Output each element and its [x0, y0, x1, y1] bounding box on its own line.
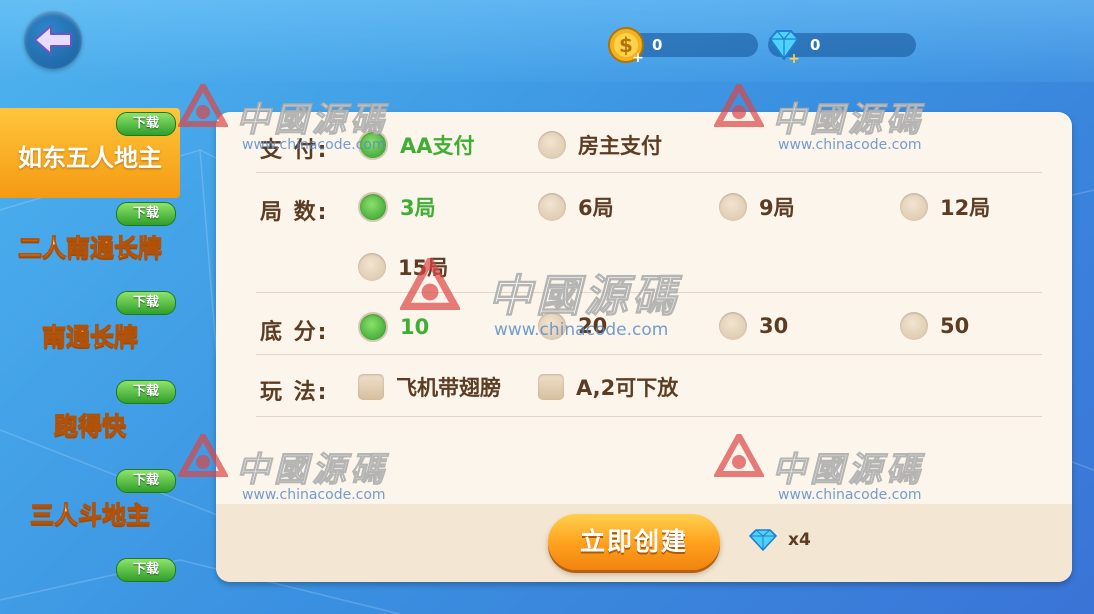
option-label: 房主支付 [578, 134, 662, 158]
sidebar-item-three-doudizhu[interactable]: 下载 三人斗地主 [0, 465, 180, 554]
sidebar-item-rudong-five[interactable]: 下载 如东五人地主 [0, 108, 180, 198]
top-bar [0, 0, 1094, 82]
radio-selected-icon [358, 312, 388, 342]
radio-icon [719, 312, 747, 340]
download-badge[interactable]: 下载 [116, 469, 176, 493]
sidebar-item-label: 跑得快 [54, 412, 127, 441]
checkbox-icon [358, 374, 384, 400]
cost-count: x4 [788, 530, 811, 550]
divider [256, 354, 1042, 355]
gem-count: 0 [810, 36, 821, 54]
svg-text:+: + [632, 50, 644, 65]
option-host-pay[interactable]: 房主支付 [538, 130, 662, 160]
option-label: 飞机带翅膀 [396, 376, 501, 400]
sidebar-item-nantong[interactable]: 下载 南通长牌 [0, 287, 180, 376]
back-button[interactable] [24, 11, 82, 69]
rounds-label: 局 数: [260, 200, 329, 225]
option-label: 10 [400, 315, 430, 339]
radio-icon [900, 193, 928, 221]
option-rounds-9[interactable]: 9局 [719, 192, 795, 222]
room-cost: x4 [748, 528, 811, 552]
option-airplane-wings[interactable]: 飞机带翅膀 [358, 372, 501, 402]
option-label: 30 [759, 314, 789, 338]
option-label: 3局 [400, 196, 436, 220]
diamond-icon: + [769, 30, 800, 65]
radio-selected-icon [358, 192, 388, 222]
radio-icon [538, 193, 566, 221]
sidebar-item-label: 南通长牌 [42, 323, 139, 352]
option-label: A,2可下放 [576, 376, 679, 400]
option-rounds-3[interactable]: 3局 [358, 192, 436, 222]
option-base-50[interactable]: 50 [900, 312, 969, 340]
option-rounds-12[interactable]: 12局 [900, 192, 990, 222]
option-base-10[interactable]: 10 [358, 312, 429, 342]
radio-icon [538, 312, 566, 340]
divider [256, 292, 1042, 293]
payment-label: 支 付: [260, 138, 329, 163]
option-rounds-6[interactable]: 6局 [538, 192, 614, 222]
option-label: 20 [578, 314, 608, 338]
download-badge[interactable]: 下载 [116, 380, 176, 404]
option-a2-down[interactable]: A,2可下放 [538, 372, 678, 402]
download-badge[interactable]: 下载 [116, 558, 176, 582]
sidebar-item-label: 二人南通长牌 [18, 234, 163, 263]
rules-label: 玩 法: [260, 380, 329, 405]
option-rounds-15[interactable]: 15局 [358, 252, 448, 282]
option-aa-pay[interactable]: AA支付 [358, 130, 475, 160]
option-label: AA支付 [400, 134, 475, 158]
create-room-button[interactable]: 立即创建 [548, 514, 720, 570]
option-label: 50 [940, 314, 970, 338]
divider [256, 172, 1042, 173]
sidebar-item-label: 如东五人地主 [18, 144, 162, 172]
download-badge[interactable]: 下载 [116, 202, 176, 226]
option-label: 15局 [398, 256, 449, 280]
coin-balance[interactable]: $ + 0 [608, 27, 758, 65]
sidebar-item-paodekuai[interactable]: 下载 跑得快 [0, 376, 180, 465]
svg-text:$: $ [619, 33, 633, 57]
option-base-30[interactable]: 30 [719, 312, 788, 340]
sidebar-item-more[interactable]: 下载 [0, 554, 180, 614]
checkbox-icon [538, 374, 564, 400]
svg-text:+: + [788, 51, 800, 65]
diamond-icon [749, 529, 777, 551]
radio-icon [358, 253, 386, 281]
radio-icon [900, 312, 928, 340]
option-label: 12局 [940, 196, 991, 220]
game-sidebar: 下载 如东五人地主 下载 二人南通长牌 下载 南通长牌 下载 跑得快 下载 三人… [0, 108, 182, 614]
panel-footer: 立即创建 x4 [216, 504, 1072, 582]
coin-count: 0 [652, 36, 663, 54]
option-label: 6局 [578, 196, 614, 220]
base-score-label: 底 分: [260, 320, 329, 345]
sidebar-item-two-nantong[interactable]: 下载 二人南通长牌 [0, 198, 180, 287]
option-label: 9局 [759, 196, 795, 220]
create-room-panel: 支 付: AA支付 房主支付 局 数: 3局 6局 9局 12局 15局 底 分… [216, 112, 1072, 582]
radio-selected-icon [358, 130, 388, 160]
gem-balance[interactable]: + 0 [768, 30, 916, 65]
download-badge[interactable]: 下载 [116, 291, 176, 315]
download-badge[interactable]: 下载 [116, 112, 176, 136]
divider [256, 416, 1042, 417]
radio-icon [538, 131, 566, 159]
radio-icon [719, 193, 747, 221]
sidebar-item-label: 三人斗地主 [30, 501, 151, 530]
back-arrow-icon [34, 25, 72, 55]
option-base-20[interactable]: 20 [538, 312, 607, 340]
coin-icon: $ + [608, 27, 644, 65]
